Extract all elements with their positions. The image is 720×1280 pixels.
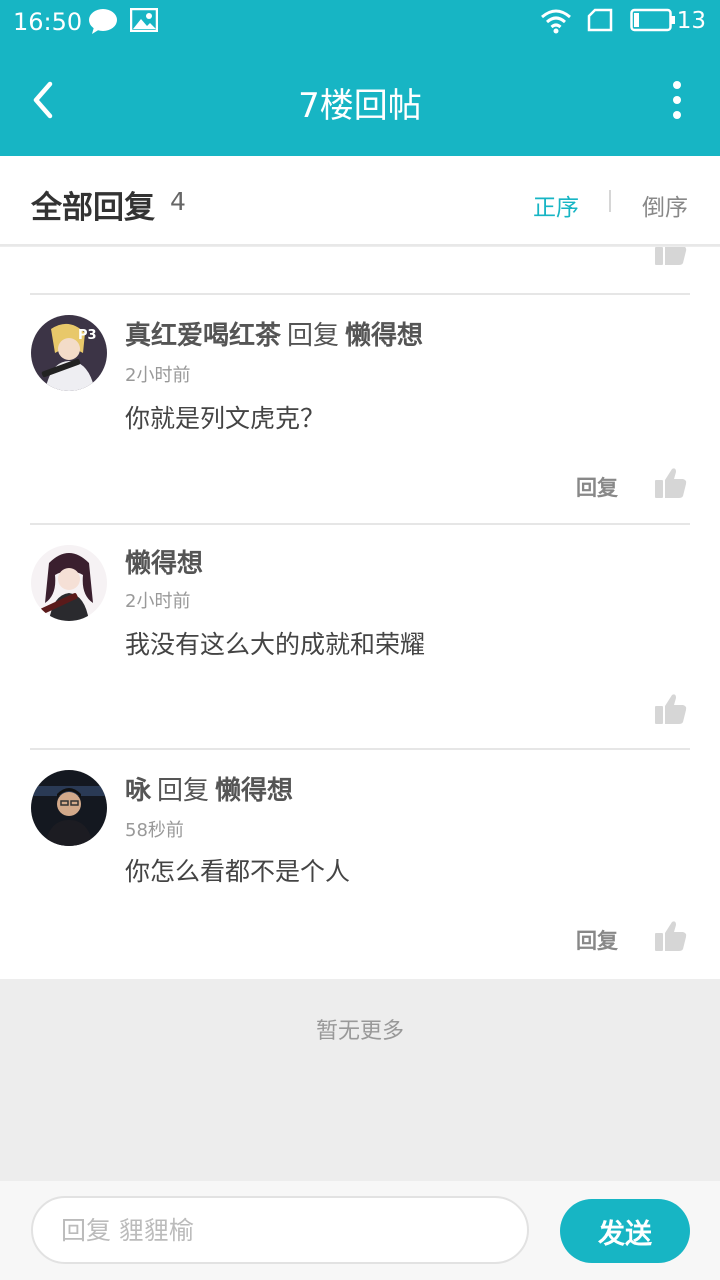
svg-text:P3: P3 (78, 328, 97, 343)
reply-input[interactable] (31, 1196, 529, 1264)
like-icon[interactable] (655, 920, 687, 951)
list-item: 咏回复 懒得想 58秒前 你怎么看都不是个人 回复 (0, 748, 720, 979)
reply-word: 回复 (287, 321, 340, 351)
wifi-icon (540, 8, 572, 38)
reply-time: 2小时前 (125, 365, 191, 386)
app-bar: 7楼回帖 (0, 44, 720, 156)
list-item: 懒得想 2小时前 我没有这么大的成就和荣耀 (0, 523, 720, 748)
reply-author-line: 咏回复 懒得想 (125, 770, 293, 807)
avatar[interactable] (31, 770, 107, 846)
no-more-text: 暂无更多 (315, 1019, 404, 1044)
username[interactable]: 咏 (125, 776, 151, 806)
reply-button[interactable]: 回复 (576, 925, 618, 955)
battery-level: 13 (676, 8, 706, 34)
send-button[interactable]: 发送 (560, 1199, 690, 1263)
reply-composer: 发送 (0, 1181, 720, 1280)
sort-divider (609, 190, 611, 212)
reply-time: 2小时前 (125, 591, 191, 612)
divider (30, 523, 690, 525)
status-time: 16:50 (13, 8, 83, 36)
like-icon[interactable] (655, 467, 687, 498)
more-vertical-icon[interactable] (670, 80, 684, 120)
username[interactable]: 真红爱喝红茶 (125, 321, 281, 351)
chat-bubble-icon (88, 8, 118, 38)
avatar[interactable]: P3 (31, 315, 107, 391)
replies-header: 全部回复 4 正序 倒序 (0, 156, 720, 246)
reply-target-username[interactable]: 懒得想 (345, 321, 423, 351)
like-icon[interactable] (655, 247, 687, 271)
reply-word: 回复 (157, 776, 210, 806)
replies-list: P3 真红爱喝红茶 回复 懒得想 2小时前 你就是列文虎克？ 回复 懒得想 2小时 (0, 247, 720, 979)
reply-text: 我没有这么大的成就和荣耀 (125, 630, 426, 659)
divider (30, 293, 690, 295)
replies-count: 4 (170, 187, 186, 216)
reply-target-username[interactable]: 懒得想 (215, 776, 293, 806)
status-bar: 16:50 13 (0, 0, 720, 44)
avatar[interactable] (31, 545, 107, 621)
sort-descending-button[interactable]: 倒序 (642, 188, 688, 222)
like-icon[interactable] (655, 693, 687, 724)
reply-text: 你就是列文虎克？ (125, 404, 326, 433)
sort-ascending-button[interactable]: 正序 (533, 188, 579, 222)
battery-icon (630, 8, 676, 36)
list-item: P3 真红爱喝红茶 回复 懒得想 2小时前 你就是列文虎克？ 回复 (0, 293, 720, 523)
sim-icon (587, 8, 613, 36)
username[interactable]: 懒得想 (125, 549, 203, 579)
divider (30, 748, 690, 750)
reply-time: 58秒前 (125, 820, 184, 841)
replies-title: 全部回复 (31, 190, 155, 226)
reply-button[interactable]: 回复 (576, 472, 618, 502)
reply-text: 你怎么看都不是个人 (125, 857, 351, 886)
list-footer: 暂无更多 (0, 979, 720, 1181)
reply-author-line: 真红爱喝红茶 回复 懒得想 (125, 315, 423, 352)
reply-author-line: 懒得想 (125, 543, 203, 580)
image-icon (129, 7, 159, 36)
page-title: 7楼回帖 (298, 86, 422, 126)
